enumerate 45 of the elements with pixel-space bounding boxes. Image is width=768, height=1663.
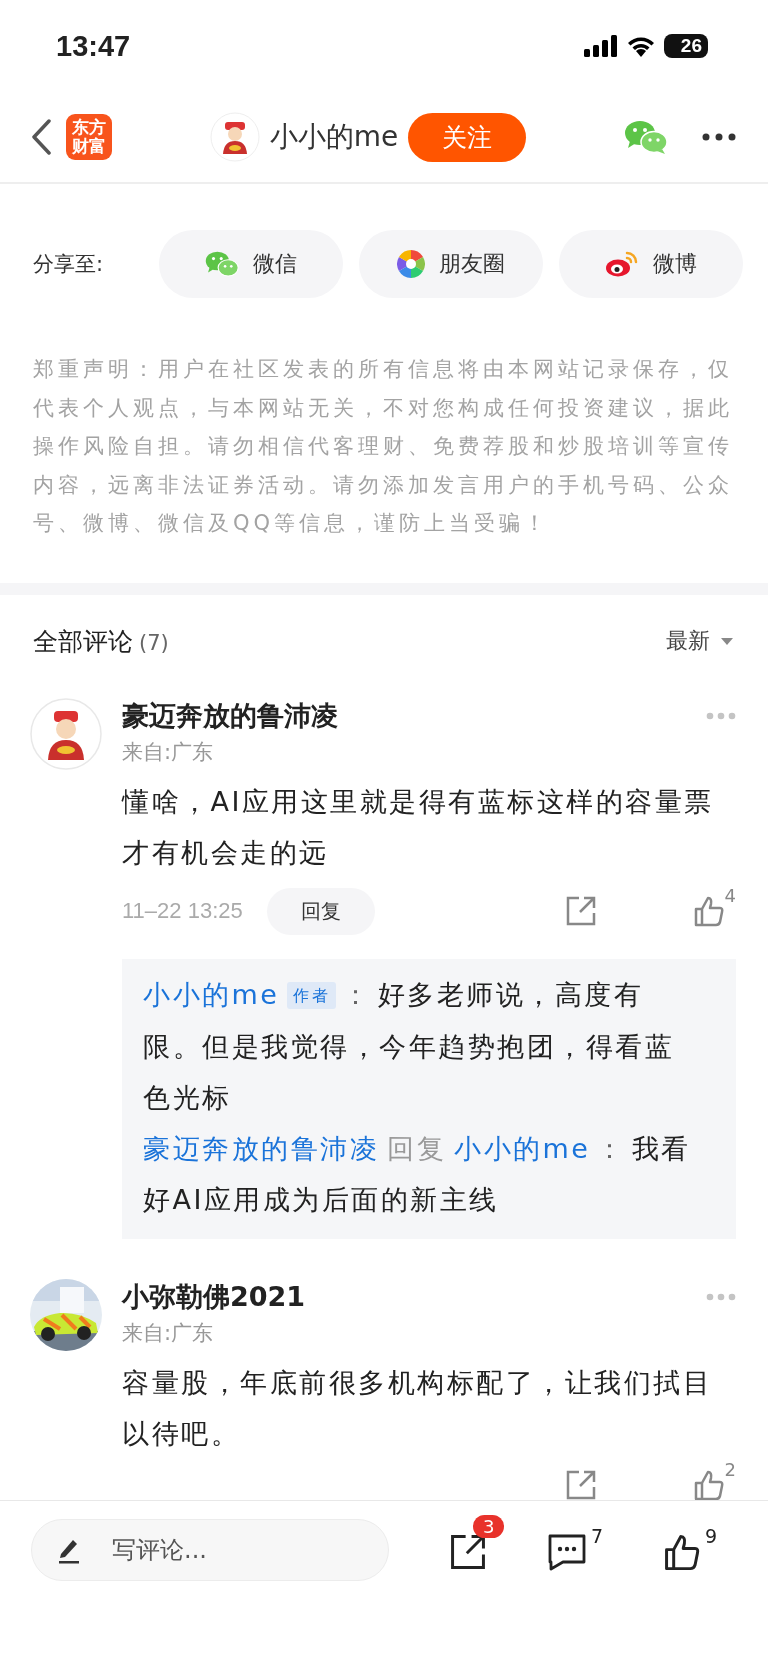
aperture-icon — [397, 250, 425, 278]
user-link[interactable]: 豪迈奔放的鲁沛凌 — [143, 1132, 379, 1164]
like-count: 9 — [705, 1525, 718, 1547]
comment-text: 容量股，年底前很多机构标配了，让我们拭目以待吧。 — [122, 1365, 713, 1451]
share-option[interactable]: 微信 — [159, 230, 343, 298]
comment-input[interactable]: 写评论... — [31, 1519, 389, 1581]
share-option[interactable]: 朋友圈 — [359, 230, 543, 298]
battery-indicator: 26 — [664, 34, 708, 58]
weibo-icon — [605, 250, 639, 278]
author-name[interactable]: 小小的me — [269, 118, 399, 156]
share-icon[interactable] — [449, 1533, 487, 1571]
author-badge: 作者 — [287, 981, 337, 1009]
reply-text: 豪迈奔放的鲁沛凌 回复 小小的me ： 我看好AI应用成为后面的新主线 — [143, 1131, 692, 1217]
more-icon[interactable] — [702, 133, 736, 141]
back-icon[interactable] — [30, 119, 52, 155]
user-avatar[interactable] — [30, 697, 102, 770]
share-label: 分享至: — [33, 251, 105, 278]
comments-title: 全部评论 — [33, 625, 133, 658]
like-count: 4 — [724, 885, 736, 906]
wifi-icon — [626, 35, 656, 57]
like-count: 2 — [724, 1458, 736, 1480]
caret-icon — [720, 636, 734, 646]
disclaimer-text: 郑重声明：用户在社区发表的所有信息将由本网站记录保存，仅代表个人观点，与本网站无关，不对您构成任何投资建议，据此操作风险自担。请勿相信代客理财、免费荐股和炒股培训等宣传内容，远离非法证券活动。请勿添加发言用户的手机号码、公众号、微博、微信及QQ等信息，谨防上当受骗！ — [33, 356, 734, 537]
thumbs-up-icon[interactable] — [692, 895, 725, 927]
thumbs-up-icon[interactable] — [663, 1533, 702, 1571]
share-option[interactable]: 微博 — [559, 230, 743, 298]
user-link[interactable]: 小小的me — [143, 978, 280, 1010]
location-text: 来自:广东 — [122, 1319, 215, 1347]
username[interactable]: 小弥勒佛2021 — [122, 1278, 306, 1315]
comment-time: 11–22 13:25 — [122, 898, 243, 924]
comment-icon[interactable] — [547, 1533, 587, 1571]
thumbs-up-icon[interactable] — [692, 1468, 725, 1501]
signal-icon — [584, 35, 618, 57]
author-avatar[interactable] — [209, 112, 260, 162]
comment-text: 懂啥，AI应用这里就是得有蓝标这样的容量票才有机会走的远 — [122, 784, 715, 870]
status-time: 13:47 — [56, 29, 131, 63]
comment-count: 7 — [591, 1525, 604, 1547]
username[interactable]: 豪迈奔放的鲁沛凌 — [122, 697, 338, 734]
reply-button[interactable]: 回复 — [266, 887, 375, 935]
wechat-icon — [205, 250, 239, 278]
user-link[interactable]: 小小的me — [454, 1132, 591, 1164]
sort-dropdown[interactable]: 最新 — [666, 626, 734, 656]
notification-badge: 3 — [473, 1515, 505, 1538]
comment-count: (7) — [139, 630, 169, 655]
location-text: 来自:广东 — [122, 738, 215, 766]
